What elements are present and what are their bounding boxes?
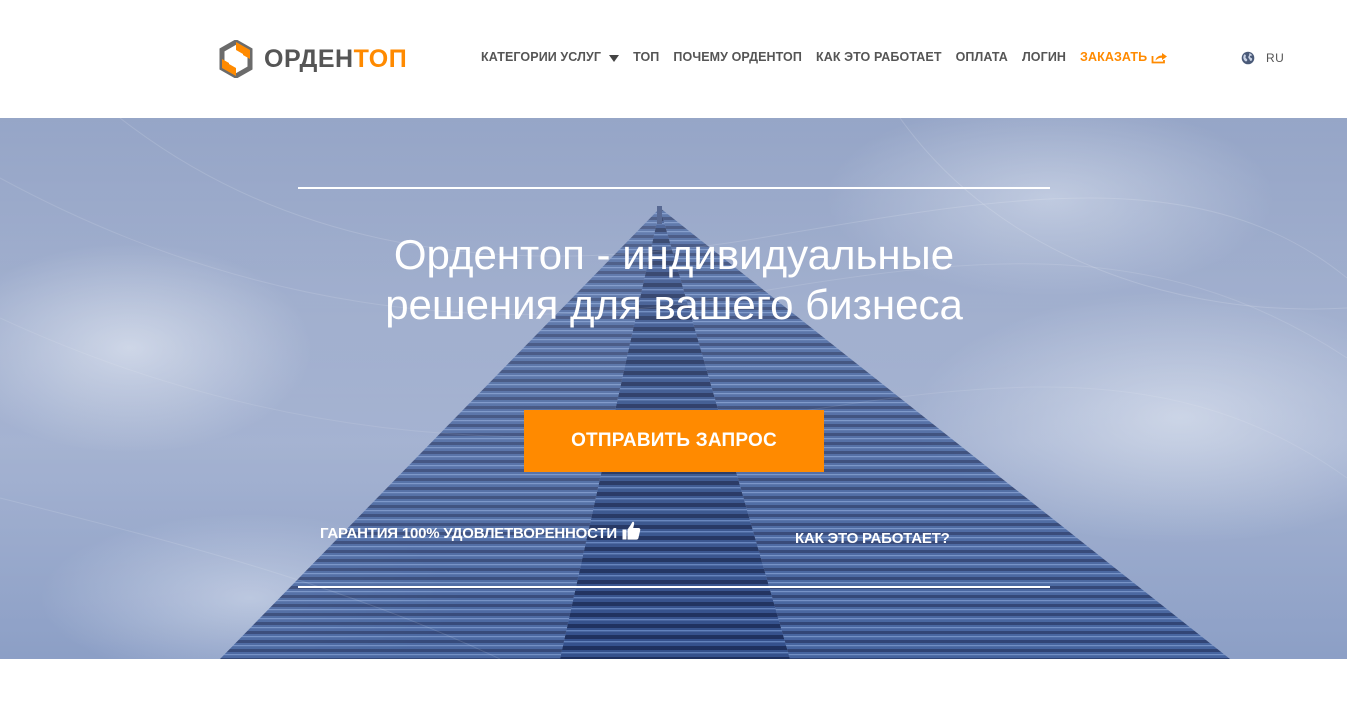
main-nav: КАТЕГОРИИ УСЛУГ ТОП ПОЧЕМУ ОРДЕНТОП КАК … bbox=[481, 47, 1168, 67]
hero-title: Ордентоп - индивидуальные решения для ва… bbox=[298, 230, 1050, 330]
guarantee-link[interactable]: ГАРАНТИЯ 100% УДОВЛЕТВОРЕННОСТИ bbox=[320, 521, 641, 542]
hexagon-logo-icon bbox=[219, 40, 253, 78]
guarantee-label: ГАРАНТИЯ 100% УДОВЛЕТВОРЕННОСТИ bbox=[320, 525, 617, 542]
hero-title-line2: решения для вашего бизнеса bbox=[385, 281, 963, 328]
how-it-works-link[interactable]: КАК ЭТО РАБОТАЕТ? bbox=[795, 530, 950, 547]
hero-divider-bottom bbox=[298, 586, 1050, 588]
nav-item-payment[interactable]: ОПЛАТА bbox=[956, 50, 1008, 64]
site-logo[interactable]: ОРДЕНТОП bbox=[219, 40, 407, 78]
language-label: RU bbox=[1266, 51, 1285, 65]
nav-item-top[interactable]: ТОП bbox=[633, 50, 659, 64]
nav-item-login[interactable]: ЛОГИН bbox=[1022, 50, 1066, 64]
nav-item-order[interactable]: ЗАКАЗАТЬ bbox=[1080, 50, 1168, 64]
send-request-button[interactable]: ОТПРАВИТЬ ЗАПРОС bbox=[524, 410, 824, 472]
hero-divider-top bbox=[298, 187, 1050, 189]
globe-icon bbox=[1241, 51, 1255, 65]
caret-down-icon bbox=[609, 54, 620, 62]
nav-item-how-it-works[interactable]: КАК ЭТО РАБОТАЕТ bbox=[816, 50, 942, 64]
language-switcher[interactable]: RU bbox=[1241, 51, 1284, 65]
logo-text: ОРДЕНТОП bbox=[264, 44, 408, 73]
hero-title-line1: Ордентоп - индивидуальные bbox=[393, 231, 955, 278]
skyscraper-background-image bbox=[0, 118, 1347, 659]
nav-item-why-ordentop[interactable]: ПОЧЕМУ ОРДЕНТОП bbox=[673, 50, 802, 64]
hero-section: Ордентоп - индивидуальные решения для ва… bbox=[0, 118, 1347, 659]
share-icon bbox=[1151, 52, 1168, 63]
nav-item-label: ЗАКАЗАТЬ bbox=[1080, 50, 1148, 64]
site-header: ОРДЕНТОП КАТЕГОРИИ УСЛУГ ТОП ПОЧЕМУ ОРДЕ… bbox=[0, 0, 1347, 118]
nav-item-label: КАТЕГОРИИ УСЛУГ bbox=[481, 50, 602, 64]
thumbs-up-icon bbox=[622, 521, 641, 540]
nav-item-categories[interactable]: КАТЕГОРИИ УСЛУГ bbox=[481, 50, 620, 64]
logo-text-part1: ОРДЕН bbox=[264, 44, 354, 73]
logo-text-part2: ТОП bbox=[353, 44, 408, 73]
